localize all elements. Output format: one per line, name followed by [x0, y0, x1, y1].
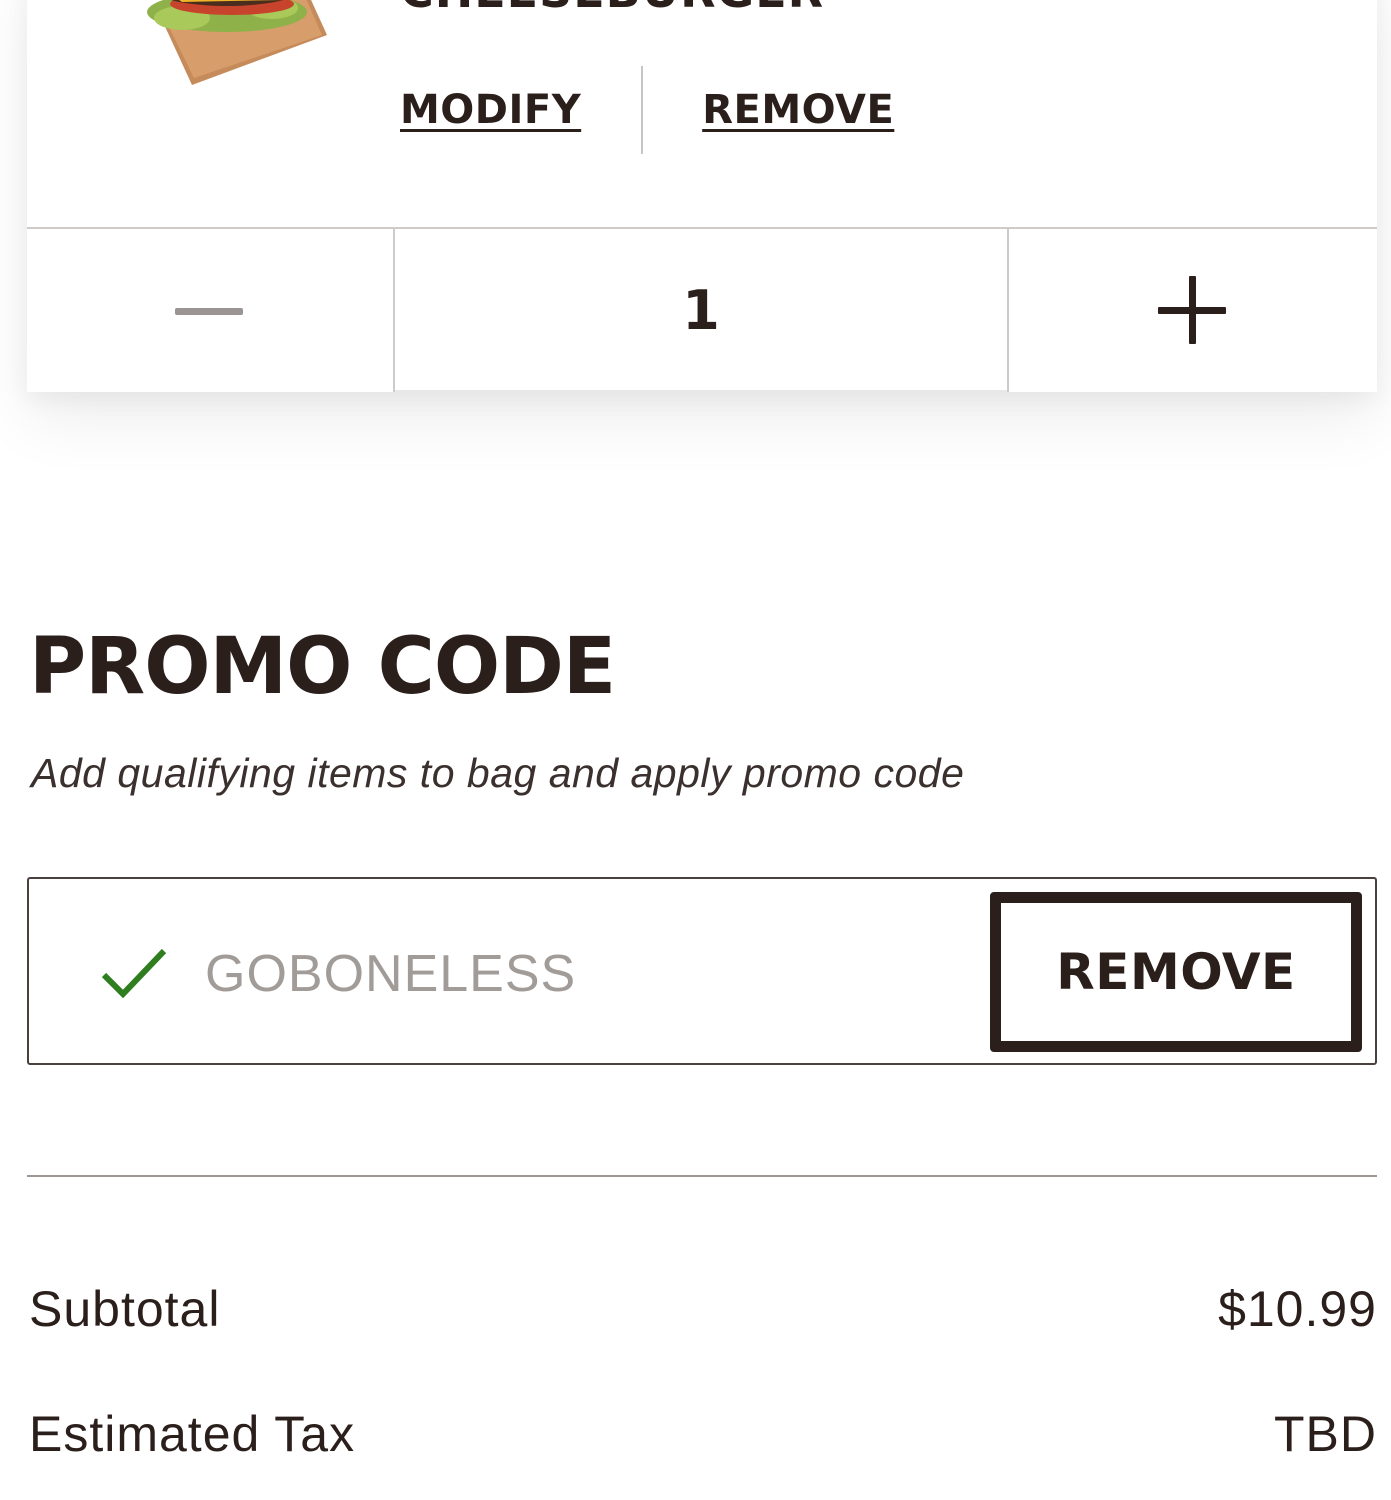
subtotal-row: Subtotal $10.99	[29, 1277, 1377, 1341]
cart-page: CHEESEBURGER MODIFY REMOVE 1 PROMO CODE …	[0, 0, 1391, 1500]
subtotal-value: $10.99	[1218, 1281, 1377, 1337]
plus-icon	[1158, 275, 1226, 344]
checkmark-icon	[101, 948, 167, 999]
item-name: CHEESEBURGER	[400, 0, 824, 14]
cheeseburger-image	[147, 0, 327, 85]
estimated-tax-label: Estimated Tax	[29, 1406, 356, 1462]
item-actions: MODIFY REMOVE	[400, 65, 894, 155]
promo-code-input[interactable]	[205, 929, 765, 1019]
estimated-tax-value: TBD	[1274, 1406, 1377, 1462]
promo-code-subtitle: Add qualifying items to bag and apply pr…	[31, 750, 965, 796]
cart-item-card: CHEESEBURGER MODIFY REMOVE 1	[27, 0, 1377, 392]
quantity-value: 1	[682, 279, 720, 342]
action-divider	[641, 66, 644, 154]
promo-code-field: REMOVE	[27, 877, 1377, 1065]
decrement-quantity-button[interactable]	[27, 229, 395, 392]
totals-divider	[27, 1175, 1377, 1177]
subtotal-label: Subtotal	[29, 1281, 221, 1337]
remove-item-button[interactable]: REMOVE	[702, 87, 894, 133]
minus-icon	[175, 307, 243, 315]
quantity-stepper: 1	[27, 227, 1377, 392]
remove-promo-button[interactable]: REMOVE	[990, 892, 1362, 1052]
estimated-tax-row: Estimated Tax TBD	[29, 1402, 1377, 1466]
modify-item-button[interactable]: MODIFY	[400, 87, 581, 133]
promo-code-heading: PROMO CODE	[29, 622, 616, 712]
increment-quantity-button[interactable]	[1007, 229, 1377, 392]
